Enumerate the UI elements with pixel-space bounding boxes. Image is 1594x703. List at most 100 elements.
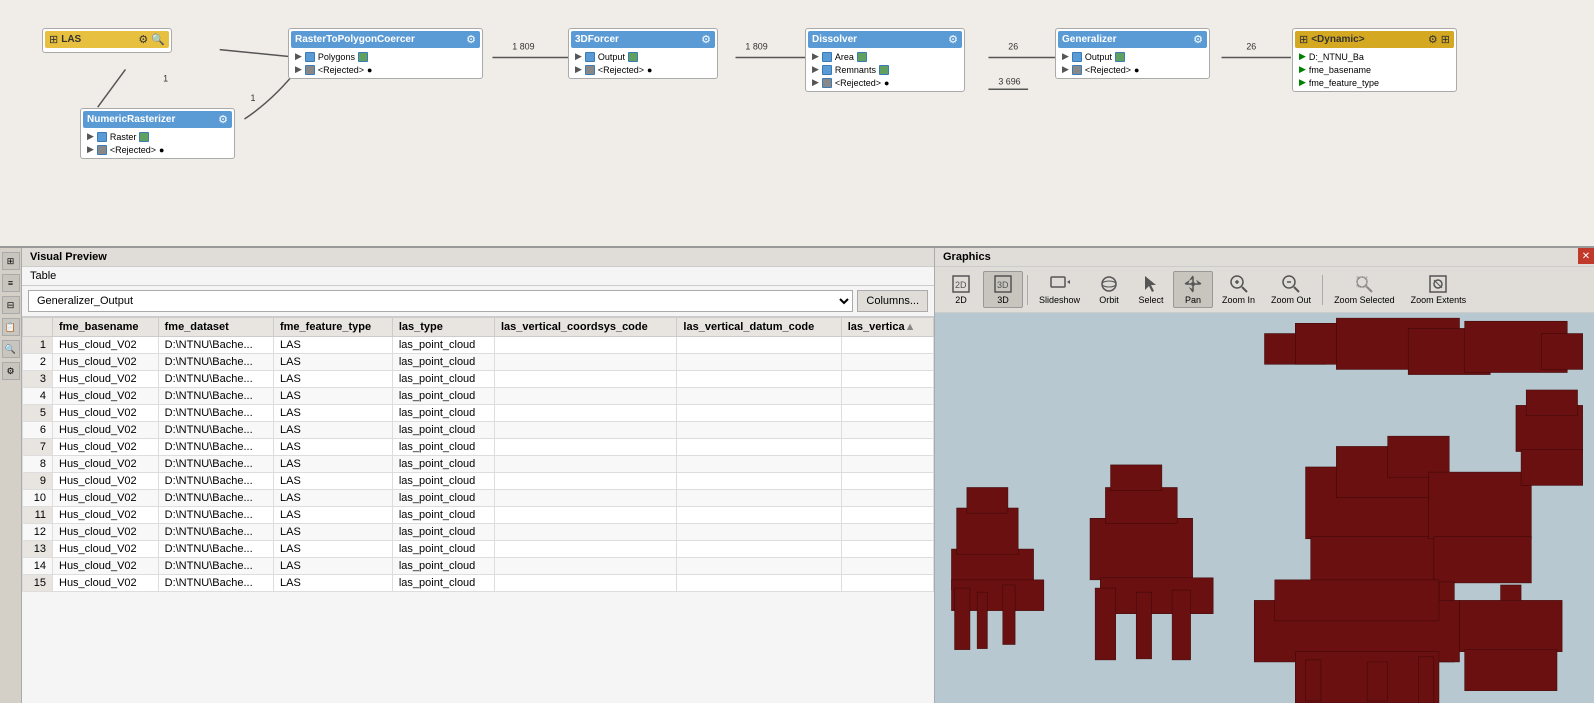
gen-output-label: Output — [1085, 52, 1112, 62]
cell-fme-dataset: D:\NTNU\Bache... — [158, 337, 273, 354]
cell-las-vertical-coordsys — [494, 575, 676, 592]
cell-rownum: 9 — [23, 473, 53, 490]
right-panel: ✕ Graphics 2D 2D 3D 3D — [935, 248, 1594, 703]
graphics-toolbar: 2D 2D 3D 3D Slideshow — [935, 267, 1594, 313]
cell-las-vertical-datum — [677, 422, 841, 439]
feature-dropdown[interactable]: Generalizer_Output — [28, 290, 853, 312]
generalizer-node[interactable]: Generalizer ⚙ ▶ Output ▶ <Rejected> ● — [1055, 28, 1210, 79]
btn-zoom-extents[interactable]: Zoom Extents — [1404, 271, 1474, 308]
columns-button[interactable]: Columns... — [857, 290, 928, 312]
cell-fme-basename: Hus_cloud_V02 — [53, 456, 159, 473]
cell-fme-dataset: D:\NTNU\Bache... — [158, 524, 273, 541]
raster2poly-gear[interactable]: ⚙ — [466, 33, 476, 46]
cell-fme-basename: Hus_cloud_V02 — [53, 541, 159, 558]
table-row: 14 Hus_cloud_V02 D:\NTNU\Bache... LAS la… — [23, 558, 934, 575]
las-table-icon: ⊞ — [49, 33, 58, 46]
btn-pan[interactable]: Pan — [1173, 271, 1213, 308]
generalizer-title: Generalizer — [1062, 34, 1116, 45]
cell-las-vertica — [841, 541, 933, 558]
dynamic-gear[interactable]: ⚙ — [1428, 33, 1438, 46]
dynamic-header: ⊞ <Dynamic> ⚙ ⊞ — [1295, 31, 1454, 48]
cell-fme-feature-type: LAS — [273, 354, 392, 371]
btn-zoom-selected[interactable]: Zoom Selected — [1327, 271, 1402, 308]
cell-las-vertical-datum — [677, 388, 841, 405]
dissolver-title: Dissolver — [812, 34, 857, 45]
btn-select[interactable]: Select — [1131, 271, 1171, 308]
svg-text:26: 26 — [1246, 42, 1256, 52]
cell-fme-dataset: D:\NTNU\Bache... — [158, 575, 273, 592]
cell-las-type: las_point_cloud — [392, 490, 494, 507]
graphics-viewport[interactable] — [935, 313, 1594, 703]
numrasterizer-node[interactable]: NumericRasterizer ⚙ ▶ Raster ▶ <Rejected… — [80, 108, 235, 159]
dynamic-table-icon: ⊞ — [1299, 33, 1308, 46]
3df-rejected-label: <Rejected> — [598, 65, 644, 75]
dissolver-header: Dissolver ⚙ — [808, 31, 962, 48]
cell-fme-feature-type: LAS — [273, 337, 392, 354]
cell-las-vertical-coordsys — [494, 490, 676, 507]
las-search-icon[interactable]: 🔍 — [151, 33, 165, 46]
cell-las-vertica — [841, 388, 933, 405]
gen-rejected-label: <Rejected> — [1085, 65, 1131, 75]
table-row: 3 Hus_cloud_V02 D:\NTNU\Bache... LAS las… — [23, 371, 934, 388]
generalizer-gear[interactable]: ⚙ — [1193, 33, 1203, 46]
zoom-out-icon — [1281, 274, 1301, 294]
cell-las-vertica — [841, 337, 933, 354]
table-row: 4 Hus_cloud_V02 D:\NTNU\Bache... LAS las… — [23, 388, 934, 405]
dissolver-area-port: ▶ Area — [808, 50, 962, 63]
cell-fme-feature-type: LAS — [273, 490, 392, 507]
3dforcer-node[interactable]: 3DForcer ⚙ ▶ Output ▶ <Rejected> ● — [568, 28, 718, 79]
svg-text:3D: 3D — [997, 280, 1009, 290]
zoom-in-icon — [1229, 274, 1249, 294]
table-row: 6 Hus_cloud_V02 D:\NTNU\Bache... LAS las… — [23, 422, 934, 439]
cell-las-vertical-datum — [677, 456, 841, 473]
cell-las-vertical-datum — [677, 524, 841, 541]
cell-las-vertica — [841, 405, 933, 422]
btn-zoom-in[interactable]: Zoom In — [1215, 271, 1262, 308]
cell-las-type: las_point_cloud — [392, 456, 494, 473]
dynamic-port3: ▶ fme_feature_type — [1295, 76, 1454, 89]
cell-las-vertical-datum — [677, 490, 841, 507]
numrasterizer-gear[interactable]: ⚙ — [218, 113, 228, 126]
btn-3d[interactable]: 3D 3D — [983, 271, 1023, 308]
dynamic-grid-icon: ⊞ — [1441, 33, 1450, 46]
sidebar-icon-5[interactable]: 🔍 — [2, 340, 20, 358]
svg-text:26: 26 — [1008, 42, 1018, 52]
cell-rownum: 4 — [23, 388, 53, 405]
btn-zoom-out[interactable]: Zoom Out — [1264, 271, 1318, 308]
cell-las-type: las_point_cloud — [392, 541, 494, 558]
dynamic-node[interactable]: ⊞ <Dynamic> ⚙ ⊞ ▶ D:_NTNU_Ba ▶ fme_basen… — [1292, 28, 1457, 92]
dissolver-node[interactable]: Dissolver ⚙ ▶ Area ▶ Remnants ▶ <Rejecte… — [805, 28, 965, 92]
cell-fme-basename: Hus_cloud_V02 — [53, 371, 159, 388]
raster2poly-node[interactable]: RasterToPolygonCoercer ⚙ ▶ Polygons ▶ <R… — [288, 28, 483, 79]
cell-fme-feature-type: LAS — [273, 507, 392, 524]
cell-las-vertica — [841, 473, 933, 490]
cell-fme-feature-type: LAS — [273, 405, 392, 422]
las-node[interactable]: ⊞ LAS ⚙ 🔍 — [42, 28, 172, 53]
dissolver-gear[interactable]: ⚙ — [948, 33, 958, 46]
dissolver-rejected-port: ▶ <Rejected> ● — [808, 76, 962, 89]
cell-las-vertical-coordsys — [494, 473, 676, 490]
cell-las-vertical-datum — [677, 405, 841, 422]
sidebar-icon-2[interactable]: ≡ — [2, 274, 20, 292]
cell-fme-dataset: D:\NTNU\Bache... — [158, 541, 273, 558]
btn-slideshow[interactable]: Slideshow — [1032, 271, 1087, 308]
diss-area-dot — [822, 52, 832, 62]
cell-las-type: las_point_cloud — [392, 558, 494, 575]
btn-orbit[interactable]: Orbit — [1089, 271, 1129, 308]
cell-las-vertical-coordsys — [494, 456, 676, 473]
sidebar-icon-1[interactable]: ⊞ — [2, 252, 20, 270]
las-gear-icon[interactable]: ⚙ — [138, 33, 148, 46]
cell-las-vertical-coordsys — [494, 337, 676, 354]
raster-port-label: Raster — [110, 132, 137, 142]
close-button[interactable]: ✕ — [1578, 248, 1594, 264]
cell-las-vertical-datum — [677, 473, 841, 490]
btn-2d[interactable]: 2D 2D — [941, 271, 981, 308]
diss-rejected-label: <Rejected> — [835, 78, 881, 88]
table-row: 15 Hus_cloud_V02 D:\NTNU\Bache... LAS la… — [23, 575, 934, 592]
sidebar-icon-4[interactable]: 📋 — [2, 318, 20, 336]
cell-rownum: 10 — [23, 490, 53, 507]
raster-out-dot — [139, 132, 149, 142]
sidebar-icon-3[interactable]: ⊟ — [2, 296, 20, 314]
3dforcer-gear[interactable]: ⚙ — [701, 33, 711, 46]
sidebar-icon-6[interactable]: ⚙ — [2, 362, 20, 380]
